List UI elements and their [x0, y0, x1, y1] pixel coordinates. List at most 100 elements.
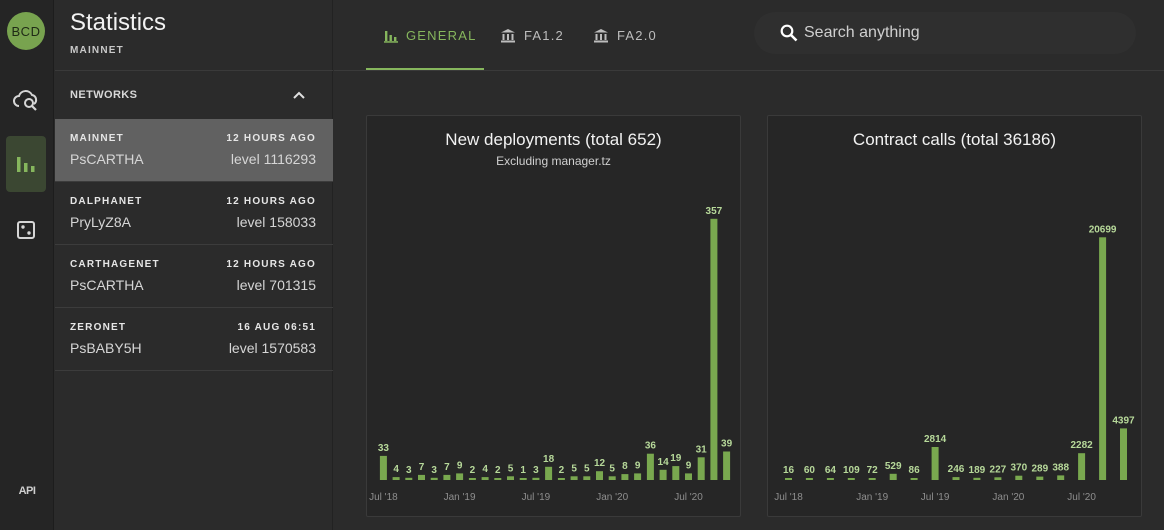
chart-bar[interactable]	[430, 477, 438, 480]
chart-bar[interactable]	[889, 473, 897, 480]
chart-bar[interactable]	[910, 478, 918, 480]
bar-value-label: 39	[721, 439, 733, 450]
chart-bar[interactable]	[1015, 475, 1023, 480]
network-time: 16 AUG 06:51	[237, 322, 316, 333]
chart-bar[interactable]	[826, 478, 834, 480]
bar-value-label: 1	[520, 465, 526, 476]
network-item-zeronet[interactable]: ZERONET 16 AUG 06:51 PsBABY5H level 1570…	[55, 308, 333, 371]
tab-fa12[interactable]: FA1.2	[500, 0, 564, 71]
bar-value-label: 3	[406, 465, 412, 476]
search-box[interactable]	[754, 12, 1136, 54]
active-tab-indicator	[366, 68, 484, 70]
icon-rail: BCD API	[0, 0, 54, 530]
chart-bar[interactable]	[583, 476, 591, 480]
chart-bar[interactable]	[545, 466, 553, 480]
x-tick-label: Jan '20	[596, 492, 628, 503]
chart-bar[interactable]	[723, 451, 731, 481]
chart-bar[interactable]	[1057, 475, 1065, 480]
chevron-up-icon[interactable]	[291, 87, 307, 103]
network-time: 12 HOURS AGO	[226, 259, 316, 270]
x-tick-label: Jul '19	[522, 492, 551, 503]
chart-bar[interactable]	[621, 474, 629, 480]
x-tick-label: Jan '19	[856, 492, 888, 503]
chart-bar[interactable]	[868, 478, 876, 480]
chart-bar[interactable]	[973, 477, 981, 480]
chart-bar[interactable]	[379, 455, 387, 480]
network-level: level 701315	[236, 277, 316, 293]
chart-bar[interactable]	[1078, 453, 1086, 480]
chart-bar[interactable]	[634, 473, 642, 480]
bar-chart-icon	[17, 157, 35, 172]
bar-value-label: 12	[594, 458, 606, 469]
network-name: ZERONET	[70, 322, 127, 333]
network-name: CARTHAGENET	[70, 259, 160, 270]
tab-fa20[interactable]: FA2.0	[593, 0, 657, 71]
chart-bar[interactable]	[608, 476, 616, 480]
new-deployments-chart: 334 3 7 3 7 9 2 4 2 5 1 3182 5 5 12 5 8 93614 1993135739Ju…	[369, 206, 733, 503]
x-tick-label: Jan '20	[992, 492, 1024, 503]
network-item-dalphanet[interactable]: DALPHANET 12 HOURS AGO PryLyZ8A level 15…	[55, 182, 333, 245]
chart-bar[interactable]	[659, 469, 667, 480]
bar-value-label: 7	[444, 462, 450, 473]
chart-bar[interactable]	[418, 474, 425, 480]
bar-value-label: 9	[457, 460, 463, 471]
bar-value-label: 4	[482, 464, 488, 475]
network-name: MAINNET	[70, 133, 124, 144]
chart-bar[interactable]	[805, 478, 813, 480]
chart-bar[interactable]	[994, 477, 1002, 480]
chart-bar[interactable]	[405, 477, 413, 480]
chart-bar[interactable]	[570, 476, 578, 480]
rail-search-button[interactable]	[6, 72, 46, 128]
bar-value-label: 36	[645, 441, 657, 452]
rail-dice-button[interactable]	[6, 202, 46, 258]
chart-bar[interactable]	[392, 477, 400, 480]
chart-bar[interactable]	[532, 477, 540, 480]
api-link[interactable]: API	[0, 485, 54, 497]
network-item-carthagenet[interactable]: CARTHAGENET 12 HOURS AGO PsCARTHA level …	[55, 245, 333, 308]
chart-bar[interactable]	[456, 473, 464, 480]
bar-value-label: 388	[1052, 462, 1069, 473]
chart-bar[interactable]	[710, 218, 718, 481]
chart-bar[interactable]	[685, 473, 692, 480]
bar-value-label: 20699	[1089, 224, 1117, 235]
bar-value-label: 2	[470, 465, 476, 476]
chart-bar[interactable]	[1036, 476, 1044, 480]
chart-bar[interactable]	[646, 453, 654, 480]
network-time: 12 HOURS AGO	[226, 196, 316, 207]
bar-value-label: 4	[393, 464, 399, 475]
network-protocol: PryLyZ8A	[70, 214, 131, 230]
network-level: level 158033	[236, 214, 316, 230]
chart-bar[interactable]	[785, 478, 792, 480]
chart-bar[interactable]	[596, 471, 603, 480]
chart-bar[interactable]	[697, 457, 705, 480]
tab-general[interactable]: GENERAL	[384, 0, 477, 71]
rail-statistics-button[interactable]	[6, 136, 46, 192]
network-item-mainnet[interactable]: MAINNET 12 HOURS AGO PsCARTHA level 1116…	[55, 119, 333, 182]
chart-bar[interactable]	[507, 476, 514, 480]
chart-bar[interactable]	[952, 477, 960, 480]
chart-bar[interactable]	[519, 478, 527, 480]
chart-bar[interactable]	[1099, 237, 1107, 480]
network-level: level 1116293	[230, 151, 316, 167]
networks-section-header[interactable]: NETWORKS	[55, 71, 333, 119]
chart-bar[interactable]	[443, 474, 451, 480]
chart-bar[interactable]	[494, 478, 502, 480]
chart-bar[interactable]	[931, 447, 939, 480]
bar-chart-icon	[384, 29, 398, 43]
bar-value-label: 529	[885, 461, 902, 472]
page-subtitle: MAINNET	[70, 45, 124, 56]
chart-bar[interactable]	[557, 478, 565, 480]
network-name: DALPHANET	[70, 196, 143, 207]
network-time: 12 HOURS AGO	[226, 133, 316, 144]
x-tick-label: Jul '20	[1067, 492, 1096, 503]
chart-bar[interactable]	[468, 478, 476, 480]
chart-bar[interactable]	[672, 466, 680, 480]
bcd-logo[interactable]: BCD	[7, 12, 45, 50]
chart-bar[interactable]	[1120, 428, 1127, 480]
search-input[interactable]	[804, 20, 1124, 46]
contract-calls-card: Contract calls (total 36186) 16 60 64 109 72…	[767, 115, 1142, 517]
bar-value-label: 227	[990, 464, 1007, 475]
chart-bar[interactable]	[847, 478, 855, 480]
tab-label: FA2.0	[617, 28, 657, 43]
chart-bar[interactable]	[481, 477, 489, 480]
